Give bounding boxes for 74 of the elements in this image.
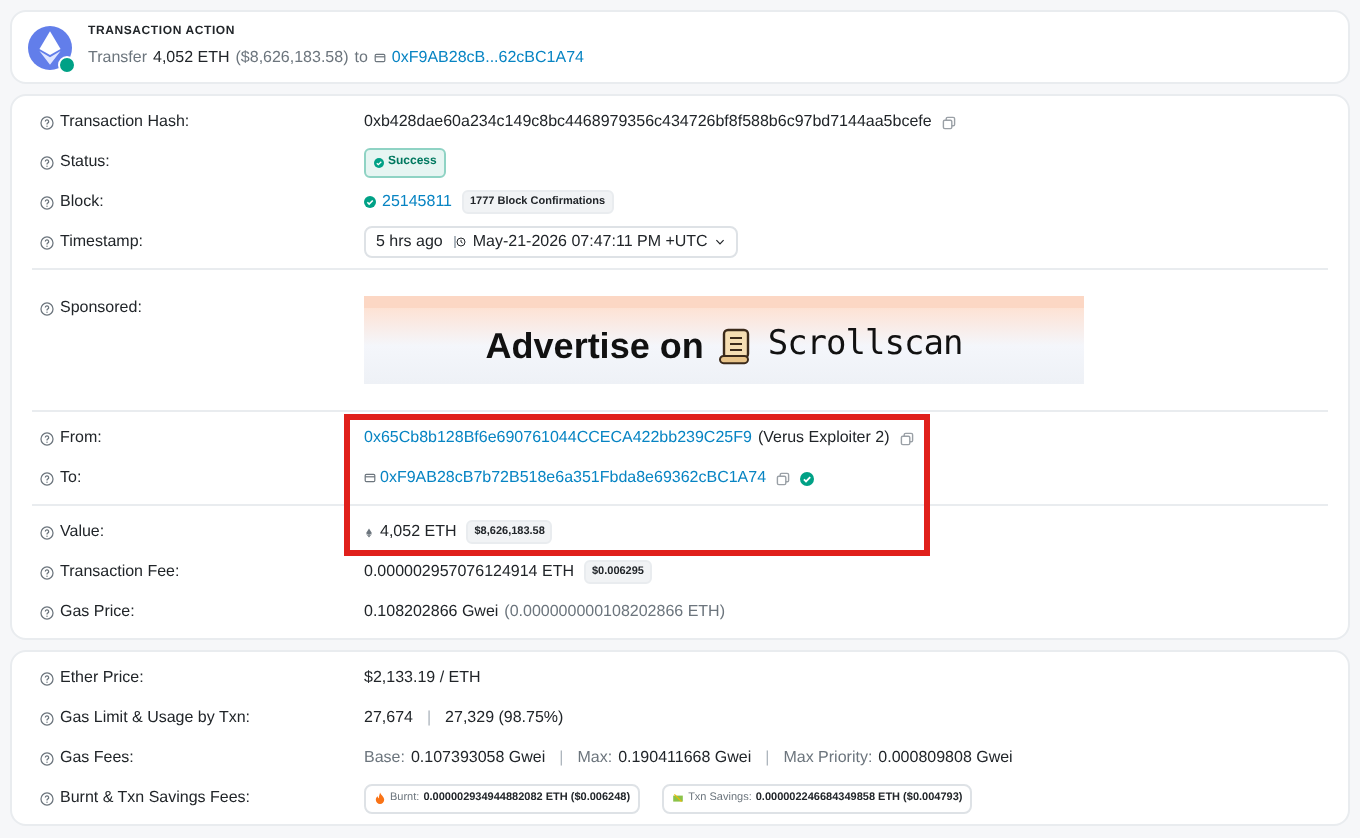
ethereum-logo-icon [28, 25, 72, 69]
field-label: Transaction Fee: [60, 560, 180, 584]
help-icon [40, 671, 54, 685]
value-text: 0.108202866 Gwei [364, 600, 499, 624]
help-icon [40, 301, 54, 315]
value-text: 0.000002957076124914 ETH [364, 560, 574, 584]
value-note: Max: [577, 746, 613, 770]
help-icon [40, 235, 54, 249]
value-text: 4,052 ETH [380, 520, 457, 544]
help-icon [40, 605, 54, 619]
age-text: 5 hrs ago [376, 230, 443, 254]
block-link[interactable]: 25145811 [382, 190, 452, 214]
copy-icon [776, 471, 791, 485]
value-note: Base: [364, 746, 405, 770]
money-icon [672, 792, 685, 804]
address-link[interactable]: 0xF9AB28cB...62cBC1A74 [391, 46, 584, 70]
field-label: Burnt & Txn Savings Fees: [60, 786, 251, 810]
caret-icon [713, 236, 726, 248]
help-icon [40, 525, 54, 539]
help-icon [40, 791, 54, 805]
field-label: Block: [60, 190, 104, 214]
help-icon [40, 471, 54, 485]
copy-icon [941, 115, 956, 129]
field-label: To: [60, 466, 82, 490]
help-icon [40, 195, 54, 209]
to-label: to [354, 46, 368, 70]
contract-icon [373, 52, 386, 64]
timestamp-dropdown[interactable]: 5 hrs ago May-21-2026 07:47:11 PM +UTC [364, 226, 738, 258]
ad-headline: Advertise on [485, 323, 704, 369]
value-text: 0xb428dae60a234c149c8bc4468979356c434726bf8f588b6c97bd7144aa5bcefe [364, 110, 932, 134]
field-label: Gas Price: [60, 600, 135, 624]
value-text: $2,133.19 / ETH [364, 666, 481, 690]
copy-icon [899, 431, 914, 445]
help-icon [40, 115, 54, 129]
field-label: Status: [60, 150, 110, 174]
field-label: Ether Price: [60, 666, 144, 690]
value-text: (Verus Exploiter 2) [757, 426, 890, 450]
address-link[interactable]: 0xF9AB28cB7b72B518e6a351Fbda8e69362cBC1A74 [380, 466, 767, 490]
field-label: Transaction Hash: [60, 110, 190, 134]
value-text: 0.190411668 Gwei [618, 746, 752, 770]
field-label: Timestamp: [60, 230, 143, 254]
help-icon [40, 155, 54, 169]
help-icon [40, 751, 54, 765]
value-text: 0.107393058 Gwei [410, 746, 546, 770]
value-text: 27,674 [364, 706, 413, 730]
help-icon [40, 431, 54, 445]
check-icon [364, 196, 376, 208]
ethereum-icon [364, 525, 374, 539]
separator: | [763, 746, 772, 770]
field-label: Sponsored: [60, 296, 142, 320]
field-label: Gas Fees: [60, 746, 134, 770]
ad-banner[interactable]: Advertise on Scrollscan [364, 296, 1084, 384]
value-note: (0.000000000108202866 ETH) [504, 600, 725, 624]
help-icon [40, 565, 54, 579]
field-label: From: [60, 426, 102, 450]
usd-text: ($8,626,183.58) [235, 46, 349, 70]
value-text: 27,329 (98.75%) [445, 706, 564, 730]
datetime-text: May-21-2026 07:47:11 PM +UTC [472, 230, 708, 254]
flame-icon [374, 792, 386, 804]
field-label: Gas Limit & Usage by Txn: [60, 706, 250, 730]
separator: | [424, 706, 434, 730]
value-text: 0.000809808 Gwei [878, 746, 1013, 770]
check-icon [374, 157, 384, 167]
clock-icon [454, 236, 467, 248]
help-icon [40, 711, 54, 725]
ad-brand: Scrollscan [767, 322, 963, 369]
field-label: Value: [60, 520, 105, 544]
separator: | [557, 746, 566, 770]
value-note: Max Priority: [783, 746, 873, 770]
transfer-label: Transfer [88, 46, 147, 70]
contract-icon [364, 472, 376, 484]
address-link[interactable]: 0x65Cb8b128Bf6e690761044CCECA422bb239C25F9 [364, 426, 752, 450]
verified-icon [800, 471, 815, 485]
amount-text: 4,052 ETH [153, 46, 230, 70]
